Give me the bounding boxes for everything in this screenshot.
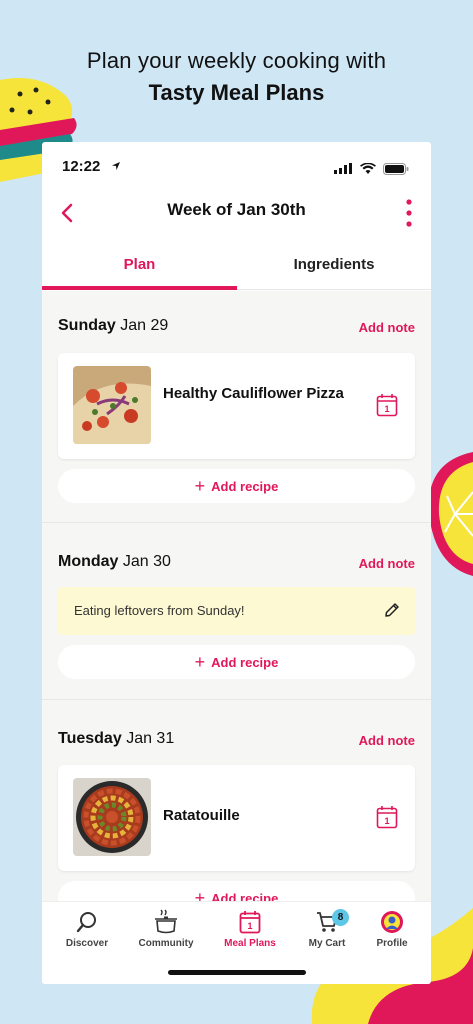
add-note-button[interactable]: Add note xyxy=(359,320,415,335)
reschedule-button[interactable]: 1 xyxy=(376,805,398,829)
signal-icon xyxy=(334,163,353,175)
recipe-image-ratatouille xyxy=(73,778,151,856)
more-options-button[interactable] xyxy=(401,196,417,230)
more-vertical-icon xyxy=(406,199,412,227)
status-time: 12:22 xyxy=(62,158,101,175)
plus-icon: + xyxy=(194,887,206,902)
citrus-illustration xyxy=(428,452,473,576)
location-arrow-icon xyxy=(112,162,120,170)
page-title: Week of Jan 30th xyxy=(167,200,306,219)
battery-icon xyxy=(383,162,409,175)
reschedule-button[interactable]: 1 xyxy=(376,393,398,417)
day-header: Tuesday Jan 31 xyxy=(58,730,174,748)
svg-text:1: 1 xyxy=(384,404,389,414)
day-name: Sunday xyxy=(58,317,116,334)
nav-meal-plans[interactable]: 1 Meal Plans xyxy=(211,908,289,949)
cart-count-badge: 8 xyxy=(332,909,349,926)
recipe-title: Ratatouille xyxy=(163,807,240,824)
add-recipe-label: Add recipe xyxy=(211,890,279,902)
recipe-card[interactable]: Healthy Cauliflower Pizza 1 xyxy=(58,353,415,459)
nav-label: Discover xyxy=(65,938,109,949)
day-section-monday: Monday Jan 30 Add note Eating leftovers … xyxy=(42,523,431,700)
pot-icon xyxy=(155,909,177,934)
nav-community[interactable]: Community xyxy=(127,908,205,949)
day-section-tuesday: Tuesday Jan 31 Add note Ratatouille 1 + … xyxy=(42,700,431,901)
nav-profile[interactable]: Profile xyxy=(353,908,431,949)
app-screen: 12:22 Week of Jan 30th Plan Ingredients … xyxy=(42,142,431,984)
wifi-icon xyxy=(359,162,376,175)
day-date: Jan 31 xyxy=(126,730,175,747)
avatar xyxy=(381,911,403,933)
add-recipe-button[interactable]: + Add recipe xyxy=(58,881,415,901)
day-date: Jan 29 xyxy=(120,317,169,334)
edit-note-button[interactable] xyxy=(383,601,401,619)
recipe-image-cauliflower-pizza xyxy=(73,366,151,444)
pencil-icon xyxy=(385,603,399,617)
calendar-icon: 1 xyxy=(239,911,261,934)
nav-label: Profile xyxy=(376,938,408,949)
search-icon xyxy=(76,912,96,933)
tab-plan[interactable]: Plan xyxy=(42,246,237,290)
add-note-button[interactable]: Add note xyxy=(359,556,415,571)
status-bar: 12:22 xyxy=(42,142,431,188)
svg-text:1: 1 xyxy=(384,816,389,826)
day-header: Monday Jan 30 xyxy=(58,553,171,571)
add-recipe-label: Add recipe xyxy=(211,654,279,670)
add-note-button[interactable]: Add note xyxy=(359,733,415,748)
tab-bar: Plan Ingredients xyxy=(42,246,431,290)
plus-icon: + xyxy=(194,651,206,672)
note-text: Eating leftovers from Sunday! xyxy=(74,603,245,618)
day-name: Tuesday xyxy=(58,730,122,747)
nav-label: Meal Plans xyxy=(224,938,276,949)
day-header: Sunday Jan 29 xyxy=(58,317,168,335)
calendar-icon: 1 xyxy=(376,806,398,829)
nav-label: Community xyxy=(138,938,194,949)
day-date: Jan 30 xyxy=(122,553,171,570)
bottom-navigation: Discover Community 1 Meal Plans 8 My Car… xyxy=(42,901,431,984)
meal-plan-list[interactable]: Sunday Jan 29 Add note Healthy Cauliflow… xyxy=(42,291,431,901)
add-recipe-button[interactable]: + Add recipe xyxy=(58,645,415,679)
calendar-icon: 1 xyxy=(376,394,398,417)
day-name: Monday xyxy=(58,553,119,570)
recipe-card[interactable]: Ratatouille 1 xyxy=(58,765,415,871)
active-tab-indicator xyxy=(42,286,237,290)
recipe-title: Healthy Cauliflower Pizza xyxy=(163,385,344,402)
tab-ingredients[interactable]: Ingredients xyxy=(237,246,431,290)
add-recipe-button[interactable]: + Add recipe xyxy=(58,469,415,503)
day-note[interactable]: Eating leftovers from Sunday! xyxy=(58,587,415,635)
plus-icon: + xyxy=(194,475,206,496)
home-indicator[interactable] xyxy=(168,970,306,975)
promo-headline: Plan your weekly cooking with xyxy=(86,48,387,73)
svg-text:1: 1 xyxy=(247,921,252,931)
nav-discover[interactable]: Discover xyxy=(48,908,126,949)
day-section-sunday: Sunday Jan 29 Add note Healthy Cauliflow… xyxy=(42,291,431,523)
add-recipe-label: Add recipe xyxy=(211,478,279,494)
navigation-header: Week of Jan 30th xyxy=(42,188,431,238)
